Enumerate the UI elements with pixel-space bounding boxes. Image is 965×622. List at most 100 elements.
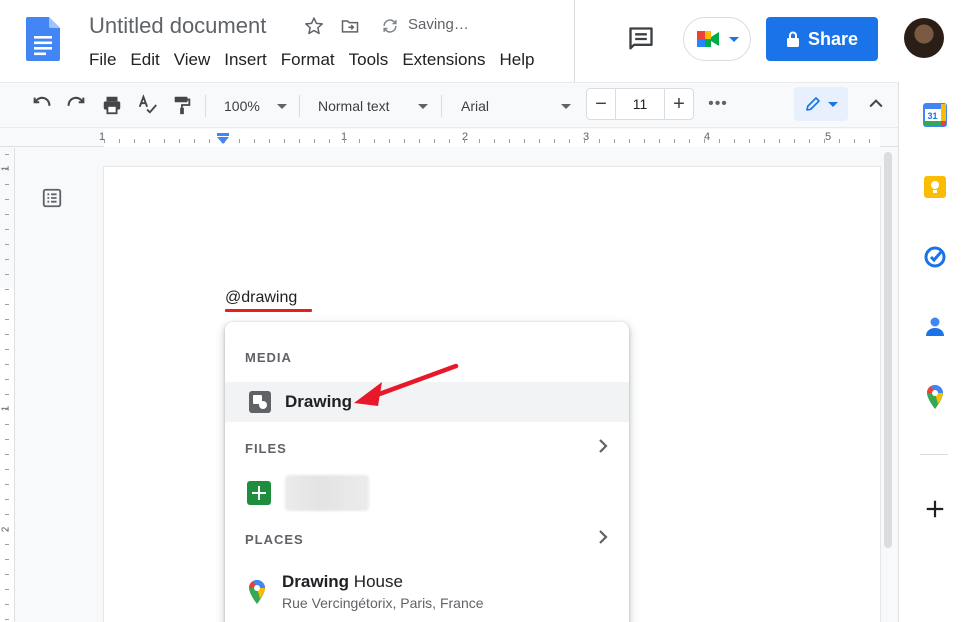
- ruler-tick: [569, 139, 570, 143]
- vertical-ruler[interactable]: 1 1 2: [0, 148, 15, 622]
- ruler-tick: [779, 139, 780, 143]
- section-header-places: PLACES: [245, 532, 304, 547]
- docs-logo-icon[interactable]: [26, 17, 60, 61]
- ruler-tick: [314, 139, 315, 143]
- pencil-icon: [806, 97, 820, 111]
- ruler-tick: [524, 139, 525, 143]
- vruler-tick: [5, 364, 9, 365]
- places-chevron-right-icon[interactable]: [597, 529, 609, 545]
- menu-tools[interactable]: Tools: [342, 48, 396, 72]
- print-icon[interactable]: [100, 93, 124, 117]
- vruler-tick: [5, 439, 9, 440]
- menu-bar: File Edit View Insert Format Tools Exten…: [82, 48, 541, 72]
- sync-icon: [378, 14, 402, 38]
- section-header-files: FILES: [245, 441, 287, 456]
- menu-edit[interactable]: Edit: [123, 48, 166, 72]
- suggestion-label: Drawing: [285, 392, 353, 411]
- ruler-tick: [119, 139, 120, 143]
- horizontal-ruler[interactable]: 1 1 2 3 4 5: [0, 129, 898, 147]
- paragraph-style-select[interactable]: Normal text: [318, 94, 390, 118]
- font-size-input[interactable]: 11: [615, 89, 665, 119]
- decrease-font-size-button[interactable]: −: [587, 89, 615, 119]
- spellcheck-icon[interactable]: [136, 93, 160, 117]
- ruler-tick: [329, 139, 330, 143]
- calendar-icon[interactable]: 31: [922, 102, 948, 128]
- move-to-folder-icon[interactable]: [338, 14, 362, 38]
- ruler-tick: [359, 139, 360, 143]
- chevron-down-icon: [828, 101, 838, 107]
- drawing-icon: [249, 391, 271, 413]
- vruler-tick: [5, 454, 9, 455]
- ruler-tick: [419, 139, 420, 143]
- ruler-tick: [164, 139, 165, 143]
- keep-icon[interactable]: [922, 174, 948, 200]
- share-button[interactable]: Share: [766, 17, 878, 61]
- app-header: Untitled document Saving… File Edit View…: [0, 0, 965, 82]
- paint-format-icon[interactable]: [170, 93, 194, 117]
- side-panel: [898, 82, 965, 622]
- zoom-select[interactable]: 100%: [224, 94, 260, 118]
- toolbar-divider: [205, 95, 206, 117]
- maps-icon[interactable]: [922, 384, 948, 410]
- ruler-tick: [689, 139, 690, 143]
- ruler-tick: [269, 139, 270, 143]
- editing-mode-button[interactable]: [794, 87, 848, 121]
- ruler-tick: [239, 139, 240, 143]
- ruler-tick: [794, 139, 795, 143]
- meet-button[interactable]: [683, 17, 751, 61]
- sheets-icon: [247, 481, 271, 505]
- ruler-tick: [809, 139, 810, 143]
- editing-toolbar: 100% Normal text Arial: [0, 82, 898, 128]
- ruler-tick: [554, 139, 555, 143]
- menu-file[interactable]: File: [82, 48, 123, 72]
- menu-format[interactable]: Format: [274, 48, 342, 72]
- menu-view[interactable]: View: [167, 48, 218, 72]
- toolbar-divider: [299, 95, 300, 117]
- vruler-page-area: [0, 288, 14, 622]
- ruler-tick: [644, 139, 645, 143]
- contacts-icon[interactable]: [922, 314, 948, 340]
- ruler-tick: [704, 139, 705, 143]
- collapse-menus-icon[interactable]: [864, 92, 888, 116]
- ruler-tick: [824, 139, 825, 143]
- account-avatar[interactable]: [904, 18, 944, 58]
- zoom-chevron-down-icon: [277, 104, 287, 109]
- font-family-select[interactable]: Arial: [461, 94, 489, 118]
- menu-help[interactable]: Help: [492, 48, 541, 72]
- ruler-label: 2: [462, 131, 469, 143]
- files-chevron-right-icon[interactable]: [597, 438, 609, 454]
- document-title[interactable]: Untitled document: [89, 13, 266, 39]
- vruler-tick: [5, 184, 9, 185]
- ruler-tick: [839, 139, 840, 143]
- place-suggestion-address: Rue Vercingétorix, Paris, France: [282, 595, 484, 611]
- comment-history-icon[interactable]: [624, 22, 658, 56]
- font-size-stepper: − 11 +: [586, 88, 694, 120]
- redo-icon[interactable]: [64, 93, 88, 117]
- ruler-tick: [134, 139, 135, 143]
- typed-mention-text[interactable]: @drawing: [225, 289, 297, 307]
- document-outline-icon[interactable]: [40, 186, 64, 210]
- increase-font-size-button[interactable]: +: [665, 89, 693, 119]
- ruler-tick: [449, 139, 450, 143]
- vruler-tick: [5, 199, 9, 200]
- section-header-media: MEDIA: [245, 350, 292, 365]
- menu-insert[interactable]: Insert: [217, 48, 274, 72]
- svg-text:31: 31: [927, 111, 937, 121]
- chevron-down-icon: [729, 36, 739, 42]
- place-suggestion-name[interactable]: Drawing House: [282, 572, 403, 592]
- style-chevron-down-icon: [418, 104, 428, 109]
- ruler-tick: [209, 139, 210, 143]
- tasks-icon[interactable]: [922, 244, 948, 270]
- file-suggestion-redacted[interactable]: [285, 475, 369, 511]
- indent-marker-icon[interactable]: [216, 133, 230, 145]
- undo-icon[interactable]: [30, 93, 54, 117]
- scrollbar-thumb[interactable]: [884, 152, 892, 548]
- star-icon[interactable]: [302, 14, 326, 38]
- vruler-tick: [5, 589, 9, 590]
- add-icon[interactable]: [922, 496, 948, 522]
- more-options-icon[interactable]: •••: [706, 92, 730, 116]
- menu-extensions[interactable]: Extensions: [395, 48, 492, 72]
- ruler-tick: [659, 139, 660, 143]
- vruler-tick: [5, 169, 9, 170]
- vruler-tick: [5, 334, 9, 335]
